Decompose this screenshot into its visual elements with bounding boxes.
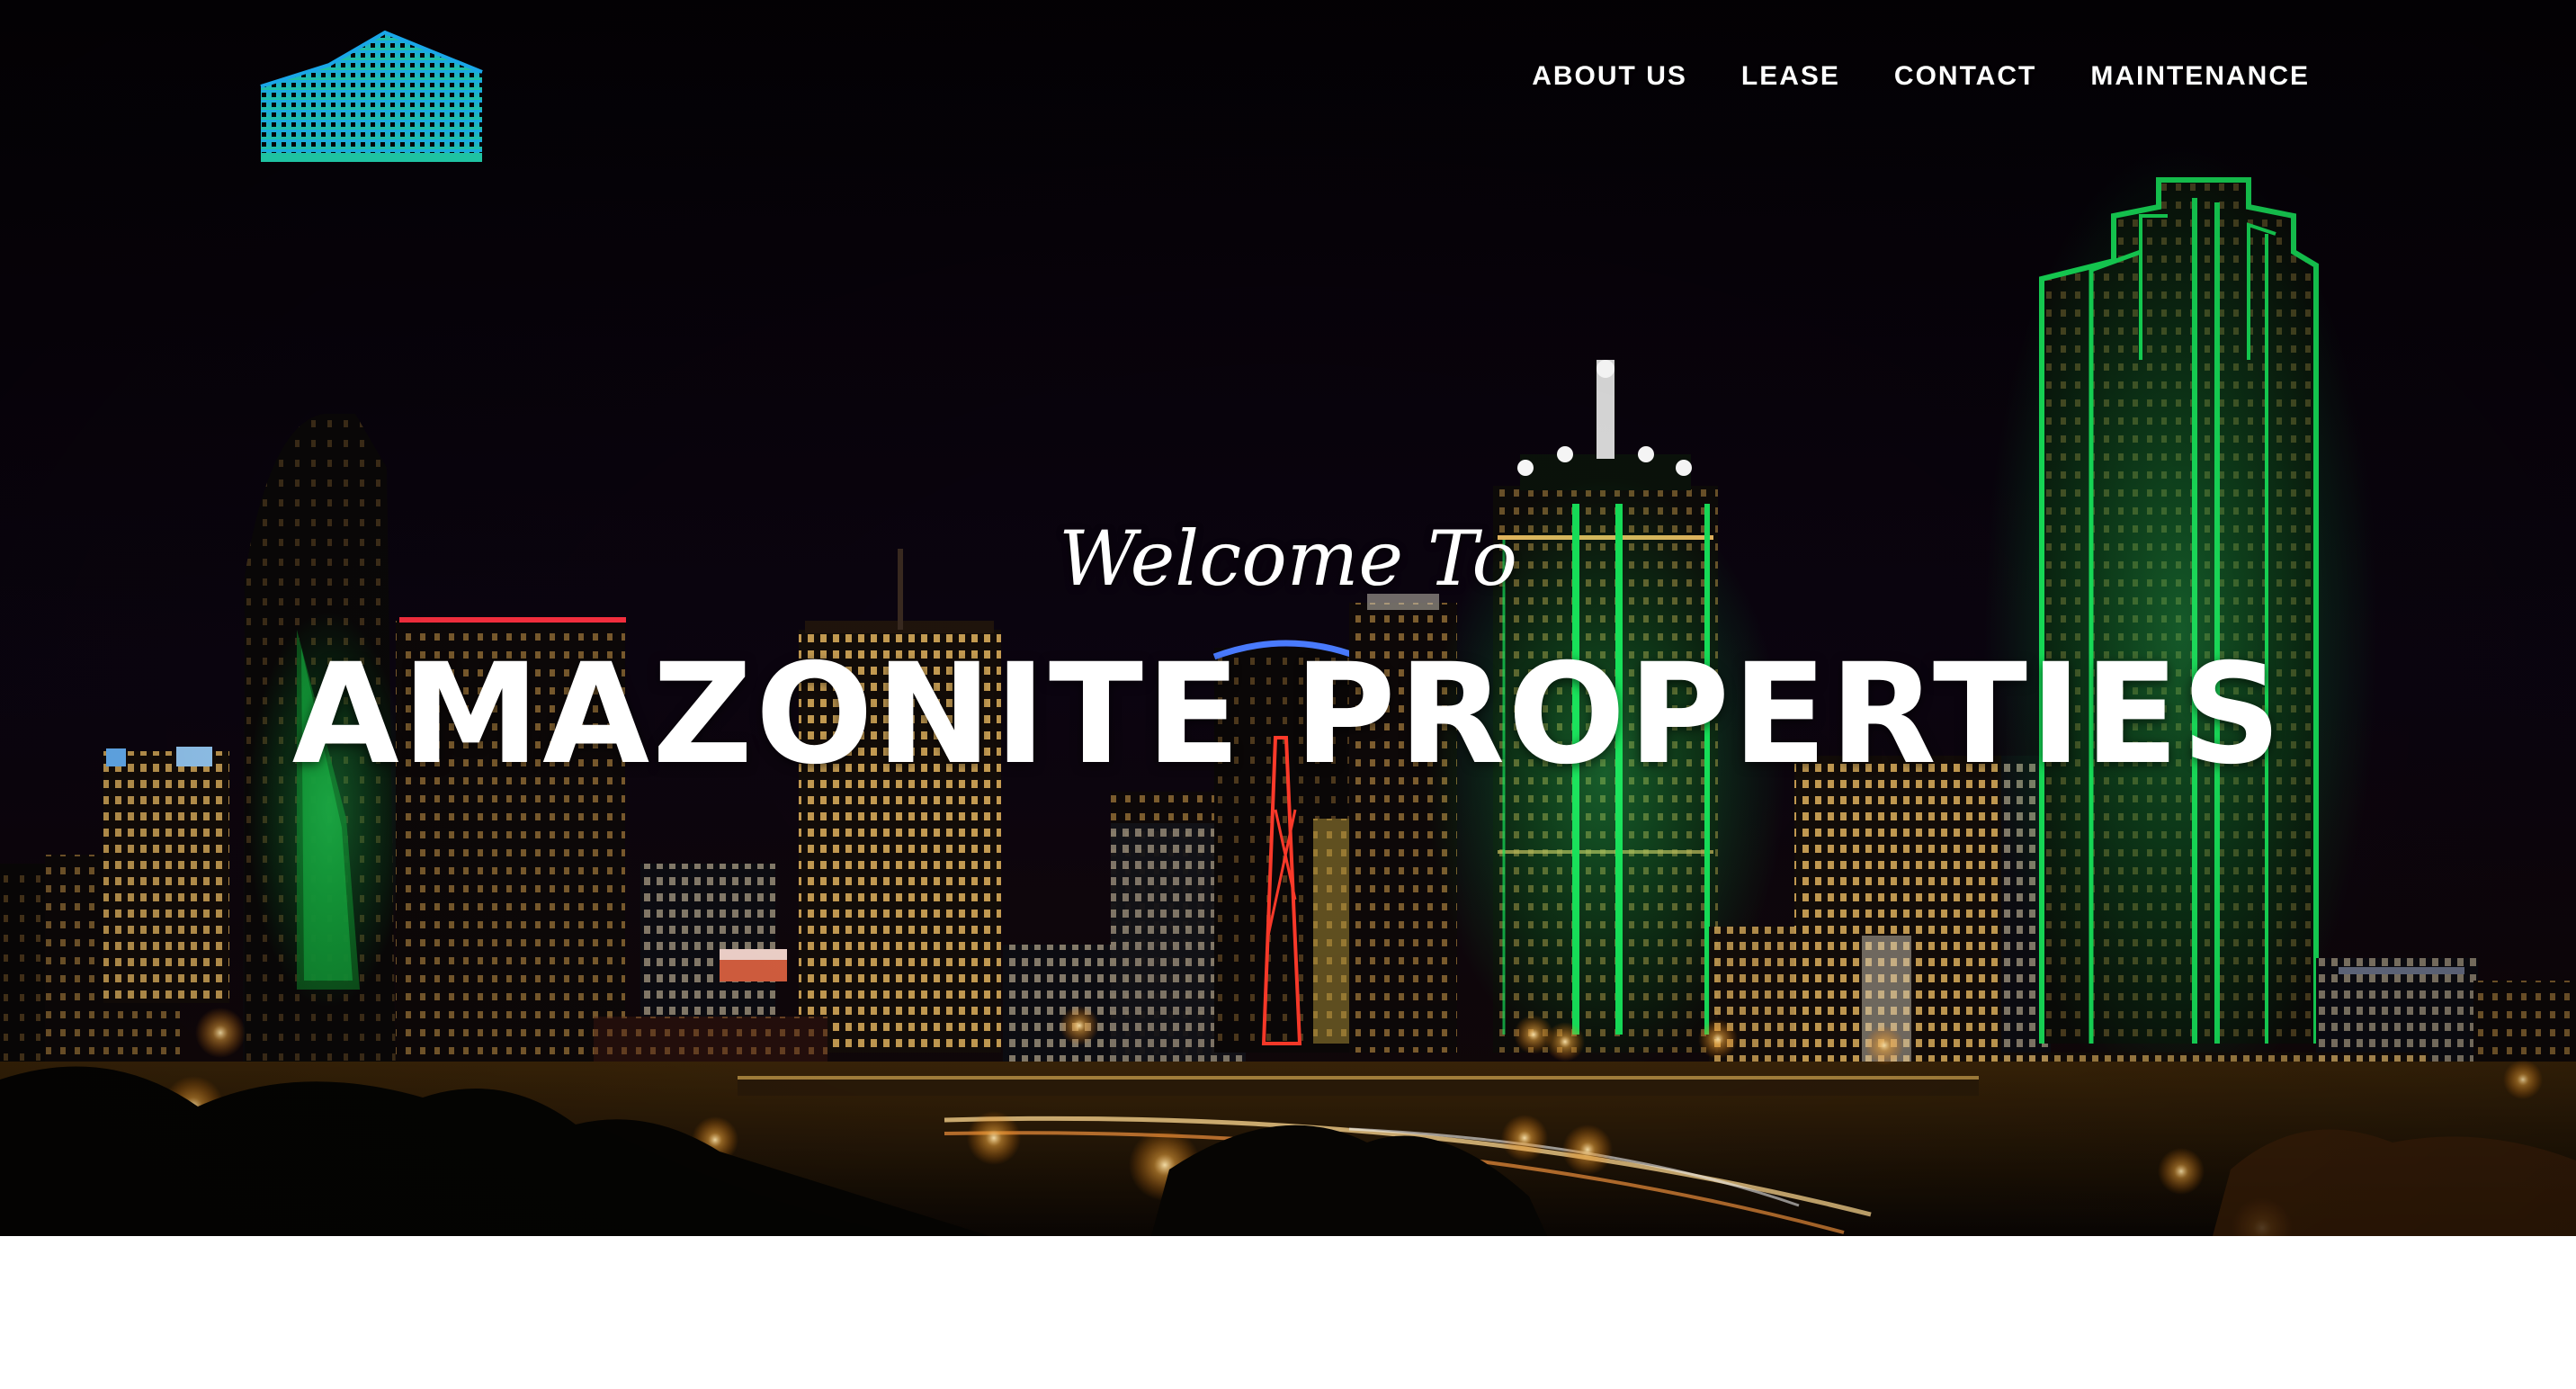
- main-nav: ABOUT US LEASE CONTACT MAINTENANCE: [1532, 63, 2310, 90]
- city-skyline-background: [0, 0, 2576, 1236]
- hero-welcome-text: Welcome To: [1059, 515, 1517, 603]
- nav-maintenance-link[interactable]: MAINTENANCE: [2090, 63, 2310, 90]
- nav-lease-link[interactable]: LEASE: [1741, 63, 1840, 90]
- content-section: [0, 1236, 2576, 1389]
- page: ABOUT US LEASE CONTACT MAINTENANCE Welco…: [0, 0, 2576, 1389]
- hero-title: AMAZONITE PROPERTIES: [291, 634, 2285, 795]
- building-logo-icon[interactable]: [259, 31, 484, 164]
- hero-section: ABOUT US LEASE CONTACT MAINTENANCE Welco…: [0, 0, 2576, 1236]
- nav-contact-link[interactable]: CONTACT: [1894, 63, 2036, 90]
- nav-about-us-link[interactable]: ABOUT US: [1532, 63, 1687, 90]
